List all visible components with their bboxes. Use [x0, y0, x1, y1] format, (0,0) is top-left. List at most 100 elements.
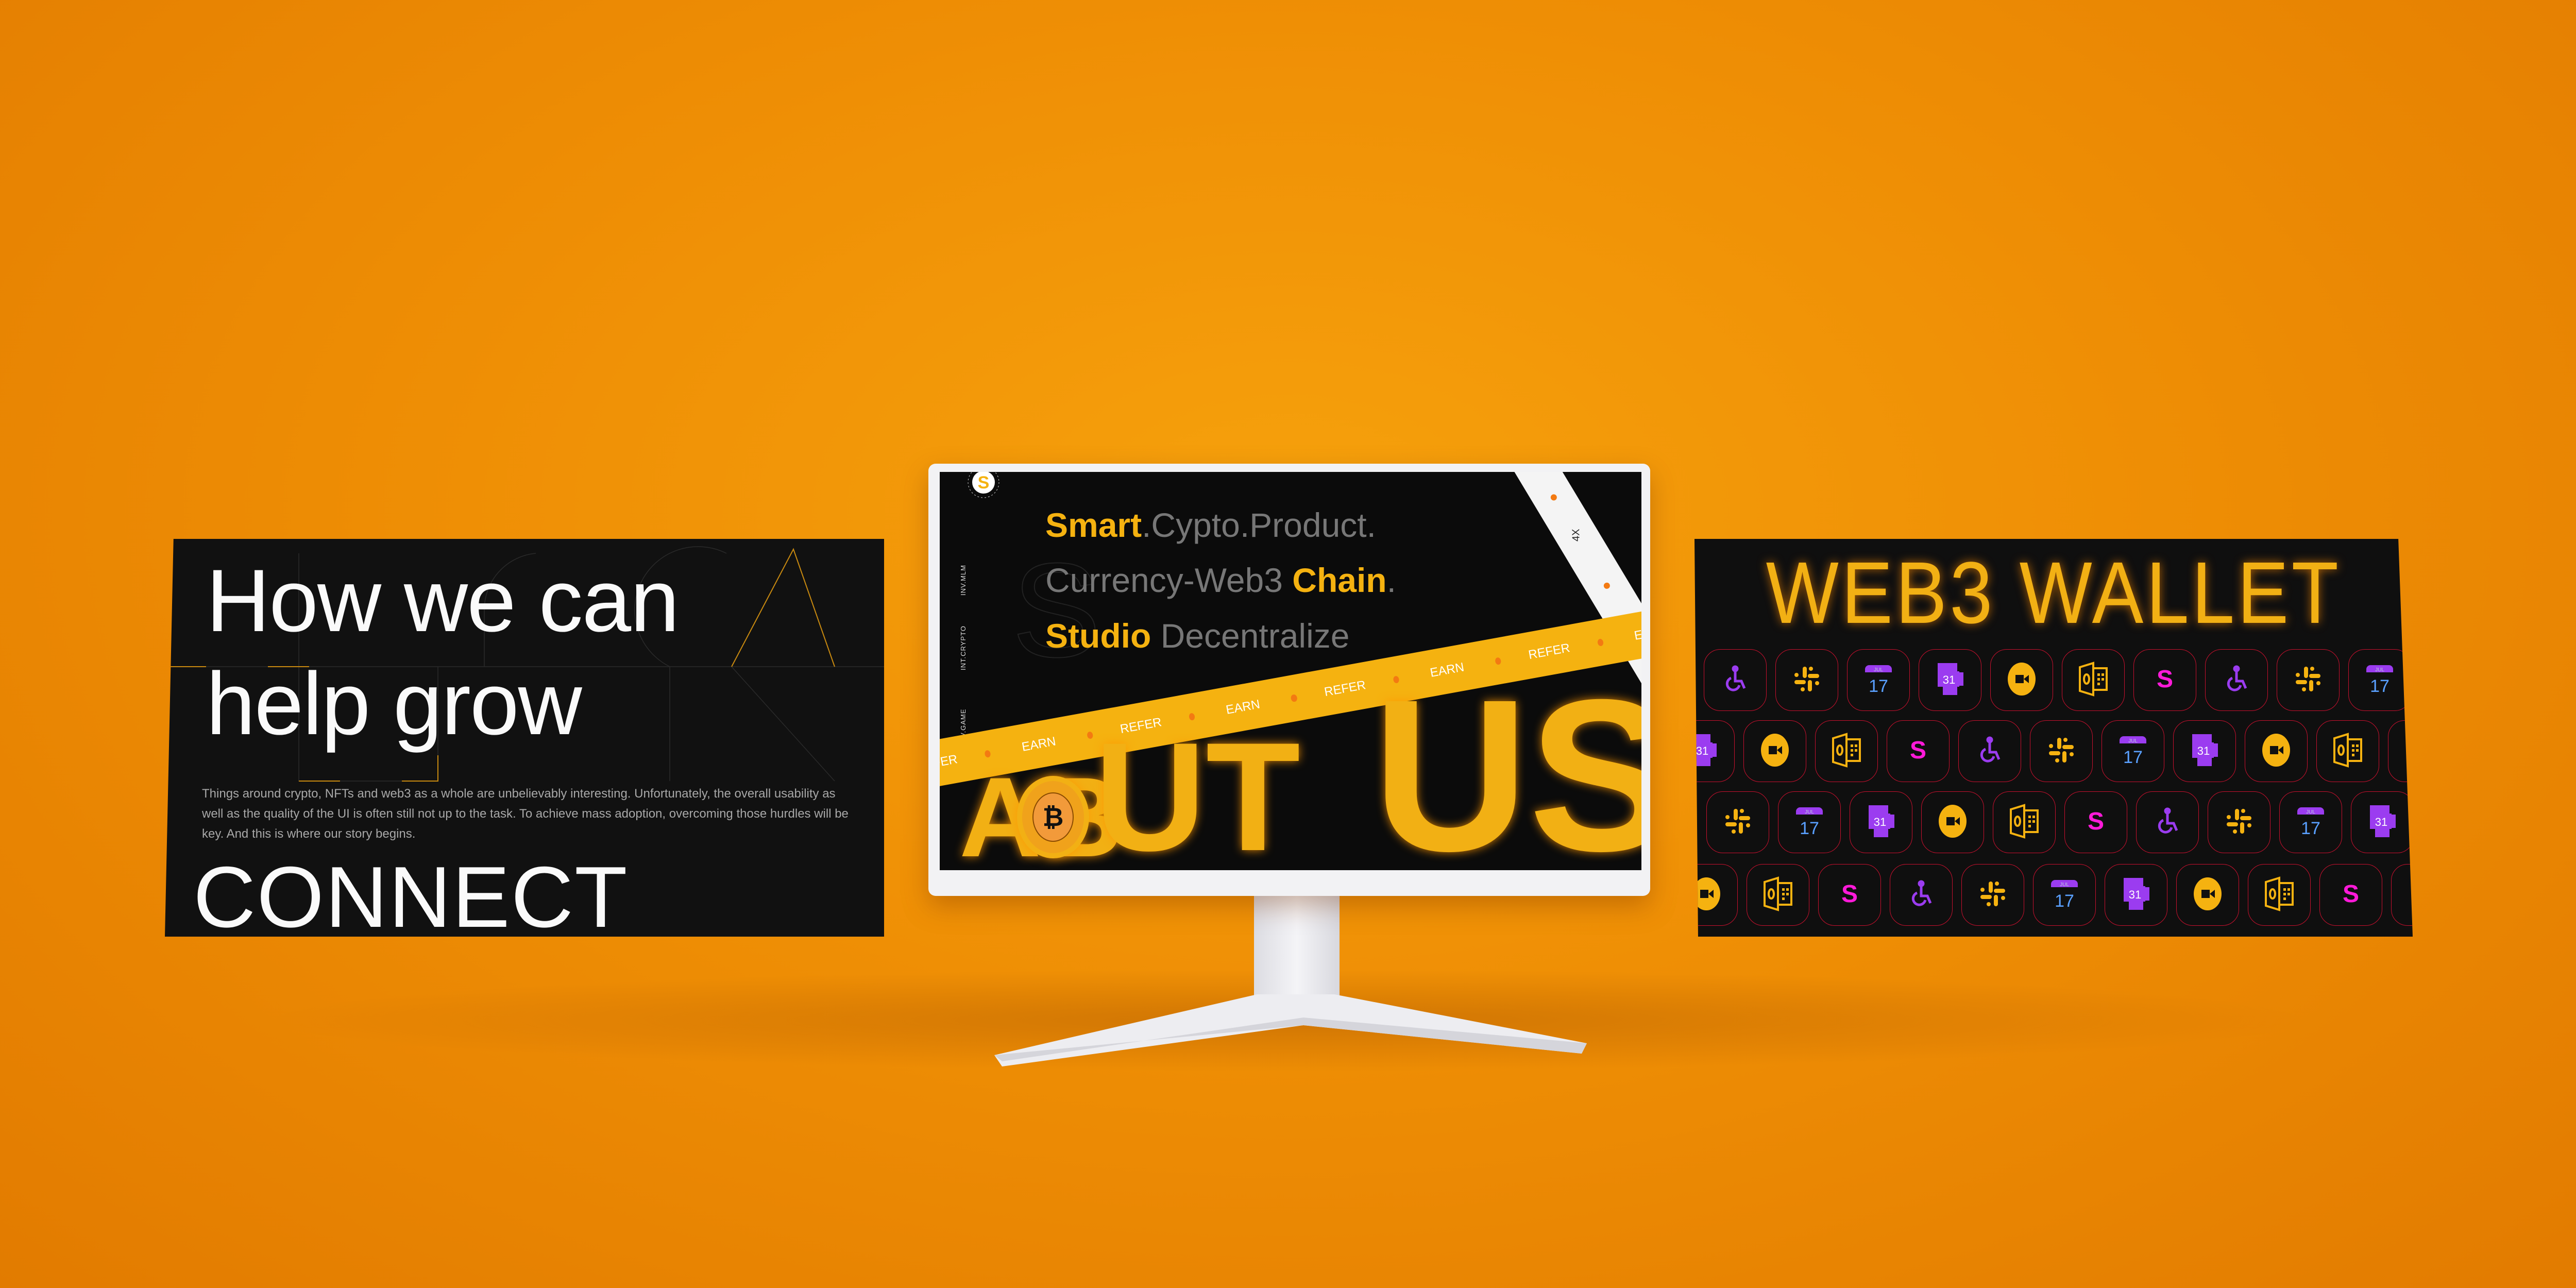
app-tile-gcal-31[interactable]: 31	[2351, 791, 2413, 853]
slack-icon	[2293, 664, 2324, 697]
svg-text:17: 17	[2123, 748, 2143, 767]
gcal-31-icon: 31	[2189, 732, 2220, 771]
svg-text:JUL: JUL	[2060, 882, 2069, 888]
headline-line-1: How we can	[206, 551, 680, 650]
app-tile-skype[interactable]: S	[2133, 649, 2196, 711]
headline-line-1: Smart.Cypto.Product.	[1045, 505, 1376, 545]
stripe-label: EARN	[1633, 623, 1641, 643]
svg-text:S: S	[2411, 737, 2413, 764]
logo-letter: S	[978, 473, 990, 493]
calendar-17-icon: JUL 17	[2364, 661, 2395, 700]
headline-line-2: Currency-Web3 Chain.	[1045, 561, 1396, 600]
app-tile-outlook[interactable]	[1993, 791, 2056, 853]
app-tile-skype[interactable]: S	[1818, 864, 1881, 926]
app-tile-gcal-31[interactable]: 31	[2173, 720, 2236, 782]
left-showcase-panel: How we can help grow Things around crypto…	[165, 539, 884, 937]
svg-text:JUL: JUL	[2128, 738, 2138, 744]
app-tile-calendar-17[interactable]: JUL 17	[1847, 649, 1910, 711]
monitor: S INV.MLM INT.CRYPTO INV.GAME S Smart.Cy…	[928, 464, 1650, 896]
svg-text:S: S	[1910, 737, 1926, 764]
app-tile-wheelchair[interactable]	[1958, 720, 2021, 782]
wallet-title: WEB3 WALLET	[1766, 544, 2342, 642]
svg-text:31: 31	[1874, 816, 1886, 828]
app-tile-slack[interactable]	[2277, 649, 2340, 711]
app-tile-outlook[interactable]	[2316, 720, 2379, 782]
svg-text:JUL: JUL	[2375, 667, 2384, 673]
svg-text:31: 31	[2375, 816, 2387, 828]
app-tile-wheelchair[interactable]	[1704, 649, 1767, 711]
app-tile-slack[interactable]	[1961, 864, 2024, 926]
outlook-icon	[1762, 876, 1793, 914]
app-tile-wheelchair[interactable]	[2205, 649, 2268, 711]
app-tile-skype[interactable]: S	[2388, 720, 2413, 782]
app-tile-outlook[interactable]	[2062, 649, 2125, 711]
wheelchair-icon	[1974, 735, 2005, 768]
meet-icon	[1937, 803, 1968, 842]
app-tile-meet[interactable]	[2245, 720, 2308, 782]
app-tile-gcal-31[interactable]: 31	[2105, 864, 2167, 926]
app-tile-meet[interactable]	[1743, 720, 1806, 782]
app-tile-meet[interactable]	[2176, 864, 2239, 926]
headline-accent: Studio	[1045, 617, 1151, 655]
stripe-dot	[1291, 694, 1298, 702]
wheelchair-icon	[1720, 664, 1751, 697]
app-tile-wheelchair[interactable]	[2391, 864, 2413, 926]
right-showcase-panel: WEB3 WALLET JUL 17 31 S JUL 17 31 S JUL 17 31 S JUL 1…	[1694, 539, 2413, 937]
app-tile-slack[interactable]	[1775, 649, 1838, 711]
app-tile-gcal-31[interactable]: 31	[1850, 791, 1912, 853]
connect-title: CONNECT YOUR	[193, 849, 627, 937]
svg-text:31: 31	[2197, 744, 2210, 757]
headline-text: Decentralize	[1151, 617, 1350, 655]
ghost-logo-letter: S	[1011, 535, 1101, 686]
svg-text:31: 31	[1943, 673, 1955, 686]
calendar-17-icon: JUL 17	[1794, 803, 1825, 842]
svg-text:17: 17	[2055, 891, 2074, 911]
gcal-31-icon: 31	[1866, 803, 1896, 842]
intro-paragraph: Things around crypto, NFTs and web3 as a…	[202, 787, 849, 841]
app-tile-calendar-17[interactable]: JUL 17	[2102, 720, 2164, 782]
app-tile-calendar-17[interactable]: JUL 17	[2279, 791, 2342, 853]
app-tile-gcal-31[interactable]: 31	[1694, 720, 1735, 782]
app-tile-skype[interactable]: S	[2064, 791, 2127, 853]
headline-accent: Smart	[1045, 506, 1142, 544]
stripe-dot	[1602, 581, 1612, 590]
gcal-31-icon: 31	[2367, 803, 2398, 842]
app-tile-calendar-17[interactable]: JUL 17	[2033, 864, 2096, 926]
about-title-us: US	[1372, 655, 1641, 871]
meet-icon	[2006, 661, 2037, 700]
nav-item-inv-mlm[interactable]: INV.MLM	[959, 565, 967, 596]
app-tile-meet[interactable]	[1921, 791, 1984, 853]
app-tile-calendar-17[interactable]: JUL 17	[1778, 791, 1841, 853]
wheelchair-icon	[2221, 664, 2252, 697]
app-tile-skype[interactable]: S	[1887, 720, 1950, 782]
svg-text:S: S	[2343, 880, 2359, 908]
headline-text: .Cypto.Product.	[1142, 506, 1376, 544]
skype-icon: S	[1834, 878, 1865, 912]
monitor-stand-neck	[1254, 896, 1340, 1004]
app-tile-gcal-31[interactable]: 31	[1919, 649, 1981, 711]
wheelchair-icon	[2152, 806, 2183, 839]
svg-text:JUL: JUL	[2306, 809, 2315, 815]
bitcoin-coin-icon: ₿	[1017, 776, 1089, 858]
calendar-17-icon: JUL 17	[1863, 661, 1894, 700]
gcal-31-icon: 31	[1935, 661, 1965, 700]
app-tile-wheelchair[interactable]	[2136, 791, 2199, 853]
outlook-icon	[2264, 876, 2295, 914]
app-tile-outlook[interactable]	[1747, 864, 1809, 926]
svg-text:17: 17	[2301, 819, 2320, 838]
app-tile-outlook[interactable]	[2248, 864, 2311, 926]
app-tile-skype[interactable]: S	[2319, 864, 2382, 926]
svg-text:S: S	[2157, 666, 2173, 693]
app-tile-meet[interactable]	[1694, 864, 1738, 926]
app-tile-outlook[interactable]	[1815, 720, 1878, 782]
app-tile-calendar-17[interactable]: JUL 17	[2348, 649, 2411, 711]
app-tile-slack[interactable]	[2208, 791, 2270, 853]
calendar-17-icon: JUL 17	[2117, 732, 2148, 771]
app-tile-meet[interactable]	[1990, 649, 2053, 711]
app-tile-wheelchair[interactable]	[1890, 864, 1953, 926]
app-tile-slack[interactable]	[1706, 791, 1769, 853]
nav-item-int-crypto[interactable]: INT.CRYPTO	[959, 625, 967, 670]
studio-logo: S	[968, 472, 999, 498]
app-tile-slack[interactable]	[2030, 720, 2093, 782]
skype-icon: S	[2335, 878, 2366, 912]
